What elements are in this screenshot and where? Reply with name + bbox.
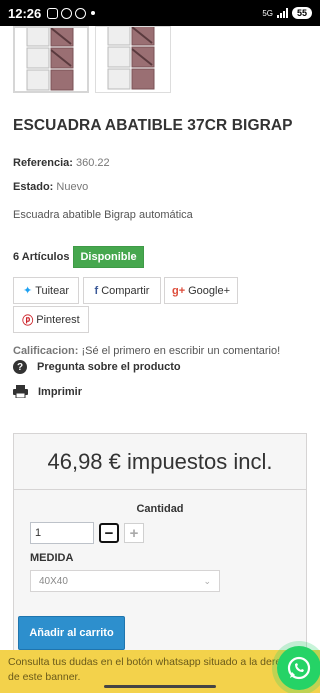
signal-icon	[276, 8, 288, 18]
product-title: ESCUADRA ABATIBLE 37CR BIGRAP	[13, 117, 293, 134]
facebook-icon: f	[94, 284, 99, 297]
stock-count: 6 Artículos	[13, 251, 70, 263]
reference-value: 360.22	[75, 157, 110, 169]
rating-label: Calificacion:	[13, 345, 79, 357]
facebook-share-button[interactable]: f Compartir	[83, 277, 161, 304]
whatsapp-button[interactable]	[272, 641, 320, 693]
product-thumbnail-1[interactable]	[13, 26, 89, 93]
product-description: Escuadra abatible Bigrap automática	[13, 209, 193, 221]
question-icon: ?	[13, 360, 27, 374]
facebook-share-label: Compartir	[101, 284, 150, 297]
condition-value: Nuevo	[56, 181, 89, 193]
availability-badge: Disponible	[73, 246, 144, 268]
whatsapp-icon	[277, 646, 320, 690]
google-plus-icon: g+	[171, 284, 186, 297]
shelf-image-icon	[107, 27, 155, 90]
product-thumbnail-2[interactable]	[95, 26, 171, 93]
ask-question-link[interactable]: ? Pregunta sobre el producto	[13, 360, 181, 374]
quantity-label: Cantidad	[136, 503, 184, 515]
write-review-link[interactable]: ¡Sé el primero en escribir un comentario…	[81, 345, 280, 357]
print-label: Imprimir	[38, 385, 83, 398]
gallery-icon	[47, 7, 59, 19]
reference-label: Referencia:	[13, 157, 73, 169]
status-bar: 12:26 5G 55	[0, 0, 320, 26]
measure-label: MEDIDA	[30, 552, 74, 564]
condition-row: Estado: Nuevo	[13, 181, 88, 193]
buy-box: 46,98 € impuestos incl. Cantidad 1 − + M…	[13, 433, 307, 653]
chevron-down-icon: ⌄	[203, 575, 211, 586]
stock-info: 6 Artículos Disponible	[13, 246, 144, 268]
shelf-image-icon	[26, 28, 74, 91]
measure-select[interactable]: 40X40 ⌄	[30, 570, 220, 592]
battery-indicator: 55	[291, 7, 312, 19]
condition-label: Estado:	[13, 181, 54, 193]
product-thumbnails	[13, 26, 171, 93]
price-area: 46,98 € impuestos incl.	[14, 434, 306, 490]
twitter-icon: ✦	[22, 285, 33, 297]
more-notifications-icon	[91, 11, 96, 15]
add-to-cart-button[interactable]: Añadir al carrito	[18, 616, 125, 650]
rating-row: Calificacion: ¡Sé el primero en escribir…	[13, 345, 280, 357]
google-share-button[interactable]: g+ Google+	[164, 277, 238, 304]
twitter-share-label: Tuitear	[35, 284, 70, 297]
network-type: 5G	[262, 8, 273, 18]
print-link[interactable]: Imprimir	[13, 385, 82, 398]
ask-question-label: Pregunta sobre el producto	[37, 361, 181, 373]
printer-icon	[13, 385, 28, 398]
home-indicator	[104, 685, 216, 688]
google-share-label: Google+	[188, 284, 231, 297]
quantity-increase-button[interactable]: +	[124, 523, 144, 543]
measure-value: 40X40	[39, 575, 68, 587]
reference-row: Referencia: 360.22	[13, 157, 110, 169]
whatsapp-notification-icon	[61, 7, 73, 19]
minus-icon: −	[104, 524, 114, 542]
quantity-decrease-button[interactable]: −	[99, 523, 119, 543]
quantity-input[interactable]: 1	[30, 522, 94, 544]
pinterest-share-button[interactable]: ⓟ Pinterest	[13, 306, 89, 333]
status-time: 12:26	[8, 5, 42, 21]
notification-icons	[47, 7, 96, 19]
pinterest-icon: ⓟ	[22, 314, 34, 327]
plus-icon: +	[129, 524, 139, 542]
product-price: 46,98 € impuestos incl.	[47, 448, 273, 474]
fan-icon	[75, 7, 87, 19]
pinterest-share-label: Pinterest	[36, 313, 80, 326]
twitter-share-button[interactable]: ✦ Tuitear	[13, 277, 79, 304]
